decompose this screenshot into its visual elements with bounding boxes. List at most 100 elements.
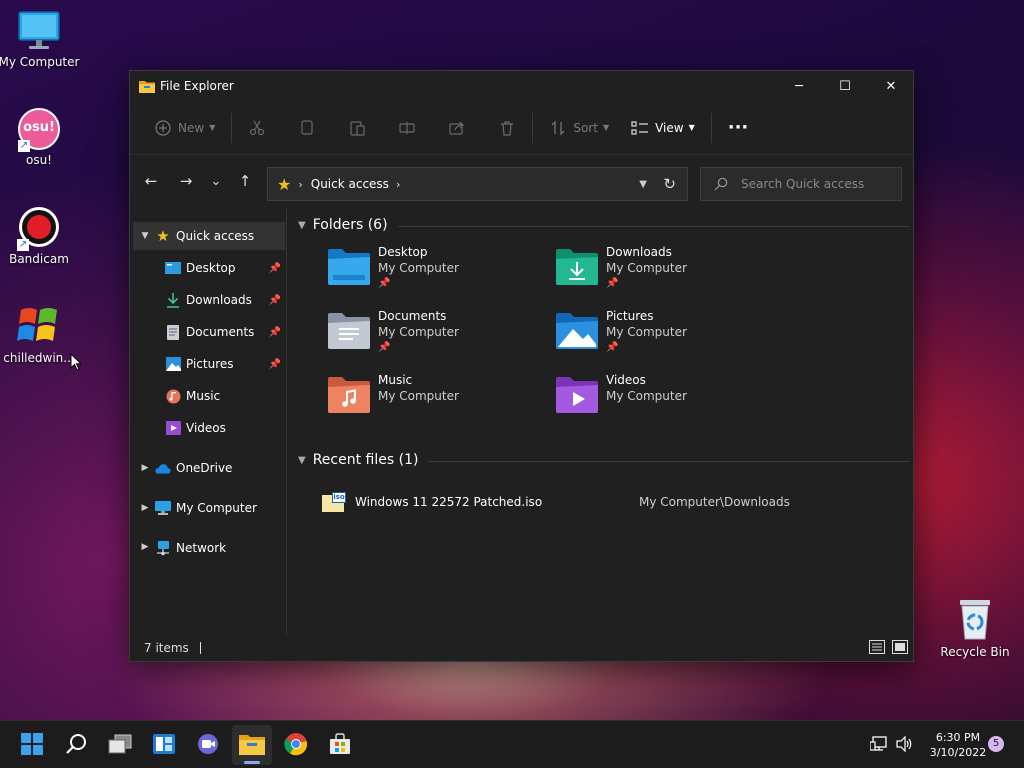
rename-button[interactable] [392,112,422,144]
pictures-folder-icon [555,311,599,351]
folder-tile-downloads[interactable]: Downloads My Computer 📌 [555,245,775,305]
new-label: New [178,120,205,135]
expand-chevron-icon[interactable]: ▶ [135,463,155,473]
close-button[interactable]: ✕ [868,71,914,101]
view-label: View [655,120,684,135]
folder-tile-videos[interactable]: Videos My Computer [555,373,775,433]
paste-button[interactable] [342,112,372,144]
recent-files-group-header[interactable]: ▼ Recent files (1) [298,448,910,472]
nav-item-my-computer[interactable]: ▶ My Computer [133,494,285,522]
nav-item-music[interactable]: Music [133,382,285,410]
nav-item-documents[interactable]: Documents 📌 [133,318,285,346]
large-icons-view-icon[interactable] [892,640,908,654]
toolbar-divider [532,112,534,143]
volume-icon[interactable] [896,735,914,755]
nav-item-network[interactable]: Network [133,534,285,562]
desktop-icon-my-computer[interactable]: My Computer [0,10,81,69]
toolbar-divider [231,112,233,143]
folder-name: Pictures [606,309,654,323]
teams-chat-button[interactable] [188,725,228,765]
desktop-icon-label: chilledwin... [3,351,75,365]
refresh-button[interactable]: ↻ [663,175,676,193]
collapse-chevron-icon[interactable]: ▼ [135,231,155,241]
nav-item-label: OneDrive [176,461,233,475]
folder-location: My Computer [606,325,687,339]
new-button[interactable]: New ▼ [148,112,221,144]
desktop-icon-bandicam[interactable]: ↗ Bandicam [0,205,81,266]
forward-button[interactable]: → [174,171,198,191]
view-button[interactable]: View ▼ [625,112,701,144]
nav-item-quick-access[interactable]: ▼ ★ Quick access [133,222,285,250]
desktop-icon-recycle-bin[interactable]: Recycle Bin [933,596,1017,659]
folder-location: My Computer [378,325,459,339]
shortcut-arrow-icon: ↗ [18,140,30,152]
copy-button[interactable] [292,112,322,144]
recent-file-row[interactable]: iso Windows 11 22572 Patched.iso My Comp… [322,488,912,516]
delete-button[interactable] [492,112,522,144]
breadcrumb-quick-access[interactable]: Quick access [311,177,389,191]
share-button[interactable] [442,112,472,144]
minimize-button[interactable]: ─ [776,71,822,101]
chrome-icon [284,732,308,759]
chrome-button[interactable] [276,725,316,765]
task-view-button[interactable] [100,725,140,765]
sort-arrows-icon [549,119,567,137]
start-button[interactable] [12,725,52,765]
more-options-button[interactable]: ··· [722,112,755,144]
video-chat-icon [196,733,220,758]
chevron-down-icon[interactable]: ▼ [298,220,306,231]
folders-group-header[interactable]: ▼ Folders (6) [298,213,910,237]
desktop-icon-osu[interactable]: osu! ↗ osu! [0,108,81,167]
file-explorer-icon [239,733,265,758]
up-button[interactable]: ↑ [233,171,257,191]
nav-item-desktop[interactable]: Desktop 📌 [133,254,285,282]
videos-folder-icon [555,375,599,415]
pin-icon: 📌 [268,358,281,370]
content-area: ▼ Folders (6) Desktop My Computer 📌 Down… [292,208,912,636]
search-input[interactable]: Search Quick access [741,177,864,191]
microsoft-store-button[interactable] [320,725,360,765]
osu-app-icon: osu! ↗ [18,108,60,152]
folder-name: Documents [378,309,447,323]
folder-name: Music [378,373,413,387]
folder-location: My Computer [378,389,459,403]
desktop-icon-chilledwindows[interactable]: chilledwin... [0,302,81,365]
rename-icon [398,119,416,137]
search-box[interactable]: Search Quick access [700,167,902,201]
expand-chevron-icon[interactable]: ▶ [135,542,155,552]
back-button[interactable]: ← [139,171,163,191]
recent-locations-button[interactable]: ⌄ [204,171,228,191]
maximize-button[interactable]: ☐ [822,71,868,101]
folder-tile-documents[interactable]: Documents My Computer 📌 [327,309,547,369]
clock[interactable]: 6:30 PM 3/10/2022 [918,730,998,760]
sort-button[interactable]: Sort ▼ [543,112,615,144]
breadcrumb-separator[interactable]: › [396,178,400,191]
file-explorer-taskbar-button[interactable] [232,725,272,765]
chevron-down-icon: ▼ [602,123,610,132]
expand-chevron-icon[interactable]: ▶ [135,503,155,513]
running-indicator [244,761,260,764]
network-status-icon[interactable] [869,735,888,755]
nav-item-pictures[interactable]: Pictures 📌 [133,350,285,378]
address-history-chevron-icon[interactable]: ▼ [639,179,647,190]
folder-tile-desktop[interactable]: Desktop My Computer 📌 [327,245,547,305]
details-view-icon[interactable] [869,640,885,654]
nav-item-videos[interactable]: Videos [133,414,285,442]
folder-tile-pictures[interactable]: Pictures My Computer 📌 [555,309,775,369]
folder-location: My Computer [606,261,687,275]
desktop-icon-label: My Computer [0,55,80,69]
search-taskbar-button[interactable] [56,725,96,765]
chevron-down-icon[interactable]: ▼ [298,455,306,466]
recent-files-group-title: Recent files (1) [312,452,419,468]
cut-button[interactable] [242,112,272,144]
folder-tile-music[interactable]: Music My Computer [327,373,547,433]
address-bar[interactable]: ★ › Quick access › ▼ ↻ [267,167,688,201]
widgets-button[interactable] [144,725,184,765]
sort-label: Sort [573,120,598,135]
nav-item-downloads[interactable]: Downloads 📌 [133,286,285,314]
view-list-icon [631,119,649,137]
nav-item-onedrive[interactable]: ▶ OneDrive [133,454,285,482]
computer-icon [155,500,171,516]
notification-badge[interactable]: 5 [988,736,1004,752]
title-bar[interactable]: File Explorer ─ ☐ ✕ [130,71,913,101]
